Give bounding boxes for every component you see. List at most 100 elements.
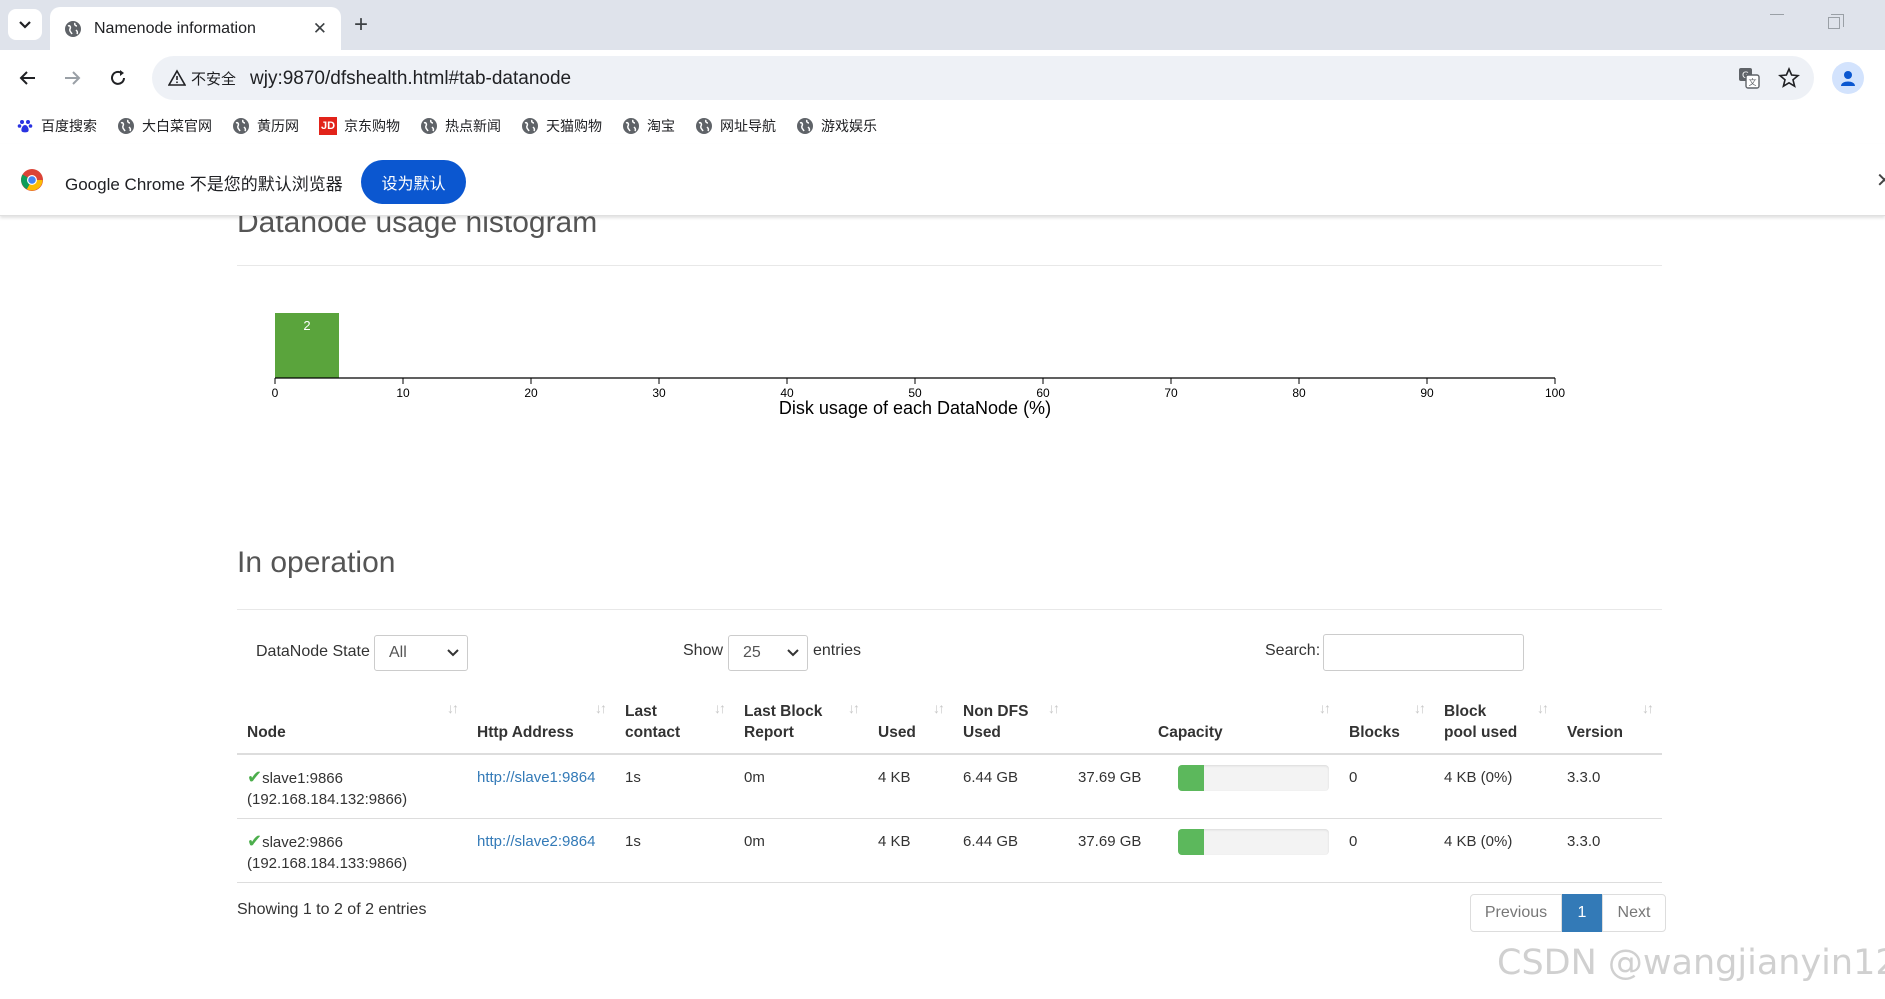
arrow-left-icon — [19, 71, 35, 85]
jd-logo-icon: JD — [319, 117, 337, 135]
close-icon[interactable]: ✕ — [313, 19, 327, 39]
chevron-down-icon — [787, 649, 799, 657]
bookmarks-bar: 百度搜索 大白菜官网 黄历网 JD 京东购物 热点新闻 天猫购物 淘宝 网址导航 游戏娱乐 — [0, 108, 1885, 144]
bookmark-label: 黄历网 — [257, 118, 299, 134]
reload-button[interactable] — [102, 62, 134, 94]
default-browser-infobar: Google Chrome 不是您的默认浏览器 设为默认 ✕ — [0, 144, 1885, 216]
sort-icon: ↓↑ — [933, 700, 945, 716]
bar-value-label: 2 — [303, 318, 310, 333]
previous-button[interactable]: Previous — [1470, 894, 1562, 932]
url-text[interactable]: wjy:9870/dfshealth.html#tab-datanode — [250, 68, 571, 90]
bookmark-label: 百度搜索 — [41, 118, 97, 134]
svg-text:文: 文 — [1749, 77, 1757, 87]
col-used[interactable]: Used ↓↑ — [868, 692, 953, 755]
tab-search-button[interactable] — [8, 9, 42, 40]
table-row: ✔slave1:9866 (192.168.184.132:9866) http:… — [237, 754, 1662, 819]
capacity-bar — [1178, 829, 1329, 855]
pagination: Previous 1 Next — [1470, 894, 1666, 932]
bookmark-label: 游戏娱乐 — [821, 118, 877, 134]
translate-icon[interactable]: G文 — [1737, 66, 1761, 90]
security-chip[interactable]: 不安全 — [162, 64, 242, 92]
last-contact-cell: 1s — [615, 754, 734, 819]
col-last-block-report[interactable]: Last Block Report ↓↑ — [734, 692, 868, 755]
sort-icon: ↓↑ — [1414, 700, 1426, 716]
usage-histogram: 20 10 20 30 40 50 60 70 80 90 100Disk usage of eac… — [272, 313, 1565, 418]
bookmark-item[interactable]: 黄历网 — [232, 116, 299, 136]
sort-icon: ↓↑ — [447, 700, 459, 716]
globe-icon — [695, 117, 713, 135]
operation-title: In operation — [237, 546, 396, 579]
bookmark-item[interactable]: 大白菜官网 — [117, 116, 212, 136]
reload-icon — [111, 70, 125, 85]
bookmark-label: 网址导航 — [720, 118, 776, 134]
warning-icon — [168, 69, 186, 86]
profile-button[interactable] — [1832, 62, 1864, 94]
globe-icon — [65, 20, 81, 37]
x-tick-label: 90 — [1420, 386, 1434, 400]
col-capacity[interactable]: Capacity ↓↑ — [1068, 692, 1339, 755]
page-length-select[interactable]: 25 — [728, 635, 808, 671]
bookmark-star-icon[interactable] — [1777, 66, 1801, 90]
forward-button[interactable] — [56, 62, 88, 94]
col-block-pool-used[interactable]: Block pool used ↓↑ — [1434, 692, 1557, 755]
col-last-contact[interactable]: Last contact ↓↑ — [615, 692, 734, 755]
table-info: Showing 1 to 2 of 2 entries — [237, 901, 427, 918]
last-block-report-cell: 0m — [734, 754, 868, 819]
active-tab[interactable]: Namenode information ✕ — [50, 7, 341, 50]
infobar-message: Google Chrome 不是您的默认浏览器 — [65, 175, 343, 194]
bookmark-item[interactable]: 热点新闻 — [420, 116, 501, 136]
capacity-cell: 37.69 GB — [1068, 754, 1339, 819]
bookmark-item[interactable]: JD 京东购物 — [319, 116, 400, 136]
entries-label: entries — [813, 642, 862, 659]
page-1-button[interactable]: 1 — [1562, 894, 1602, 932]
sort-icon: ↓↑ — [1537, 700, 1549, 716]
chevron-down-icon — [447, 649, 459, 657]
http-address-link[interactable]: http://slave1:9864 — [477, 769, 595, 786]
bookmark-label: 京东购物 — [344, 118, 400, 134]
globe-icon — [622, 117, 640, 135]
restore-icon[interactable] — [1828, 14, 1844, 29]
table-row: ✔slave2:9866 (192.168.184.133:9866) http:… — [237, 818, 1662, 883]
search-label: Search: — [1265, 642, 1321, 659]
last-block-report-cell: 0m — [734, 818, 868, 883]
new-tab-button[interactable]: + — [354, 11, 368, 39]
bookmark-label: 淘宝 — [647, 118, 675, 134]
blocks-cell: 0 — [1339, 818, 1434, 883]
close-icon[interactable]: ✕ — [1876, 168, 1885, 193]
col-node[interactable]: Node ↓↑ — [237, 692, 467, 755]
address-bar[interactable]: 不安全 wjy:9870/dfshealth.html#tab-datanode… — [152, 56, 1814, 100]
col-non-dfs-used[interactable]: Non DFS Used ↓↑ — [953, 692, 1068, 755]
sort-icon: ↓↑ — [1642, 700, 1654, 716]
back-button[interactable] — [12, 62, 44, 94]
watermark: CSDN @wangjianyin123 — [1497, 943, 1885, 983]
bookmark-item[interactable]: 天猫购物 — [521, 116, 602, 136]
bookmark-item[interactable]: 百度搜索 — [16, 116, 97, 136]
node-ip: (192.168.184.132:9866) — [247, 791, 408, 808]
col-version[interactable]: Version ↓↑ — [1557, 692, 1662, 755]
non-dfs-used-cell: 6.44 GB — [953, 818, 1068, 883]
set-default-button[interactable]: 设为默认 — [361, 160, 466, 204]
tab-strip: Namenode information ✕ + — [0, 0, 1885, 50]
bookmark-item[interactable]: 游戏娱乐 — [796, 116, 877, 136]
bookmark-item[interactable]: 网址导航 — [695, 116, 776, 136]
col-http-address[interactable]: Http Address ↓↑ — [467, 692, 615, 755]
sort-icon: ↓↑ — [1048, 700, 1060, 716]
datanode-state-label: DataNode State — [256, 643, 370, 660]
used-cell: 4 KB — [868, 754, 953, 819]
bookmark-item[interactable]: 淘宝 — [622, 116, 675, 136]
globe-icon — [117, 117, 135, 135]
x-tick-label: 80 — [1292, 386, 1306, 400]
capacity-value: 37.69 GB — [1078, 833, 1142, 850]
datanode-state-select[interactable]: All — [374, 635, 468, 671]
http-address-link[interactable]: http://slave2:9864 — [477, 833, 595, 850]
show-label: Show — [683, 642, 724, 659]
next-button[interactable]: Next — [1602, 894, 1666, 932]
bookmark-label: 大白菜官网 — [142, 118, 212, 134]
minimize-icon[interactable] — [1770, 14, 1784, 15]
node-cell: ✔slave2:9866 (192.168.184.133:9866) — [237, 818, 467, 883]
node-name: slave1:9866 — [262, 770, 343, 787]
col-blocks[interactable]: Blocks ↓↑ — [1339, 692, 1434, 755]
search-input[interactable] — [1323, 634, 1524, 671]
page-content: Datanode usage histogram 2 0 10 20 30 40 50 60 7… — [0, 216, 1885, 999]
person-icon — [1841, 71, 1855, 86]
